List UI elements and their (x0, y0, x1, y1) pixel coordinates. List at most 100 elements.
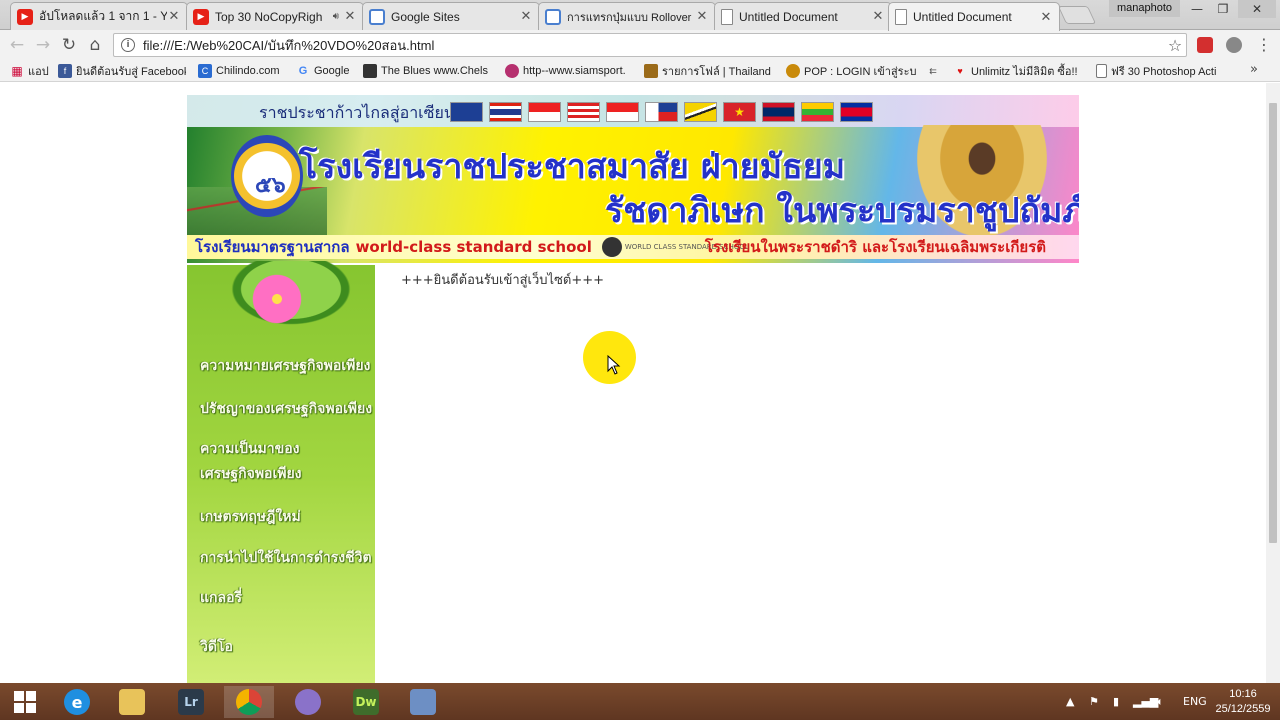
bookmark-label: รายการโฟล์ | Thailand T (662, 66, 774, 78)
close-icon[interactable]: ✕ (695, 9, 709, 24)
chrome-menu-icon[interactable]: ⋮ (1256, 36, 1272, 54)
language-indicator[interactable]: ENG (1183, 683, 1207, 720)
siamsport-icon (505, 64, 519, 78)
taskbar-clock[interactable]: 10:16 25/12/2559 (1211, 687, 1275, 717)
profile-button[interactable]: manaphoto (1109, 0, 1181, 17)
volume-icon[interactable]: 🔈︎ (1157, 683, 1164, 720)
tab-title: Top 30 NoCopyRigh (215, 9, 323, 24)
close-icon[interactable]: ✕ (167, 9, 181, 24)
close-icon[interactable]: ✕ (1039, 10, 1053, 25)
forward-icon[interactable]: → (32, 35, 54, 55)
bookmark-label: POP : LOGIN เข้าสู่ระบบ (804, 66, 916, 78)
show-hidden-icons[interactable]: ▲ (1066, 683, 1074, 720)
signal-icon[interactable]: ▂▄▆ (1133, 683, 1158, 720)
bookmark-unlimitz[interactable]: ♥ Unlimitz ไม่มีลิมิต ซื้อ!! (953, 63, 1079, 79)
taskbar-explorer[interactable] (107, 686, 157, 718)
speaker-icon[interactable]: 🔊︎ (333, 11, 339, 22)
tab-title: อัปโหลดแล้ว 1 จาก 1 - Yo (39, 9, 167, 23)
brunei-flag-icon (684, 102, 717, 122)
scrollbar-thumb[interactable] (1269, 103, 1277, 543)
bookmark-label: http--www.siamsport. (523, 65, 626, 77)
asean-flag-icon (450, 102, 483, 122)
chilindo-icon: C (198, 64, 212, 78)
sidebar-menu: ความหมายเศรษฐกิจพอเพียง ปรัชญาของเศรษฐกิ… (187, 261, 375, 683)
flag-icon[interactable]: ⚑ (1089, 683, 1099, 720)
school-logo-number: ๕๖ (255, 173, 286, 198)
sidebar-item-gallery[interactable]: แกลอรี่ (200, 586, 242, 611)
taskbar-app[interactable] (283, 686, 333, 718)
close-icon[interactable]: ✕ (519, 9, 533, 24)
globe-icon (601, 237, 622, 257)
bookmarks-overflow-icon[interactable]: » (1250, 62, 1258, 77)
school-banner: ราชประชาก้าวไกลสู่อาเซียน ★ ๕๖ โรงเรียนร… (187, 95, 1079, 263)
back-icon[interactable]: ← (6, 35, 28, 55)
bookmark-star-icon[interactable]: ☆ (1164, 36, 1186, 55)
sidebar-item-philosophy[interactable]: ปรัชญาของเศรษฐกิจพอเพียง (200, 397, 372, 422)
sidebar-item-video[interactable]: วิดีโอ (200, 635, 233, 660)
bookmark-pop[interactable]: POP : LOGIN เข้าสู่ระบบ (786, 63, 916, 79)
malaysia-flag-icon (567, 102, 600, 122)
tab-title: Untitled Document (913, 10, 1012, 24)
bookmark-icon (644, 64, 658, 78)
apps-grid-icon: ▦ (11, 64, 23, 78)
taskbar-ie[interactable]: e (52, 686, 102, 718)
address-url[interactable]: file:///E:/Web%20CAI/บันทึก%20VDO%20สอน.… (143, 35, 1164, 56)
taskbar-lightroom[interactable]: Lr (166, 686, 216, 718)
bookmark-chelsea[interactable]: The Blues www.Chels (363, 63, 493, 79)
laos-flag-icon (762, 102, 795, 122)
sidebar-item-new-theory-agriculture[interactable]: เกษตรทฤษฎีใหม่ (200, 505, 301, 530)
address-bar[interactable]: i file:///E:/Web%20CAI/บันทึก%20VDO%20สอ… (113, 33, 1187, 57)
window-close-icon[interactable]: ✕ (1238, 0, 1276, 18)
clock-time: 10:16 (1229, 688, 1257, 700)
extension-icon[interactable] (1226, 37, 1242, 53)
bookmark-apps[interactable]: ▦ แอป (10, 63, 50, 79)
vertical-scrollbar[interactable] (1266, 83, 1280, 683)
new-tab-button[interactable] (1057, 6, 1097, 24)
start-button[interactable] (0, 686, 50, 718)
flower-icon (249, 271, 305, 327)
home-icon[interactable]: ⌂ (84, 35, 106, 55)
bookmark-arrow[interactable]: ⇇ (926, 63, 946, 79)
browser-toolbar: ← → ↻ ⌂ i file:///E:/Web%20CAI/บันทึก%20… (0, 30, 1280, 60)
taskbar-dreamweaver[interactable]: Dw (341, 686, 391, 718)
battery-icon[interactable]: ▮ (1113, 683, 1119, 720)
thailand-flag-icon (489, 102, 522, 122)
sidebar-item-daily-life[interactable]: การนำไปใช้ในการดำรงชีวิต (200, 546, 372, 571)
tab-title: การแทรกปุ่มแบบ Rollover (567, 11, 692, 24)
reload-icon[interactable]: ↻ (58, 35, 80, 55)
bookmark-thailand[interactable]: รายการโฟล์ | Thailand T (644, 63, 774, 79)
indonesia-flag-icon (606, 102, 639, 122)
chrome-icon (236, 689, 262, 715)
tab-1[interactable]: ▶ อัปโหลดแล้ว 1 จาก 1 - Yo ✕ (10, 2, 188, 30)
tab-5[interactable]: Untitled Document ✕ (714, 2, 892, 30)
close-icon[interactable]: ✕ (871, 9, 885, 24)
tab-2[interactable]: ▶ Top 30 NoCopyRigh 🔊︎ ✕ (186, 2, 364, 30)
bookmark-label: แอป (28, 66, 49, 78)
tab-title: Google Sites (391, 9, 460, 24)
bookmark-chilindo[interactable]: C Chilindo.com (198, 63, 290, 79)
minimize-icon[interactable]: — (1185, 0, 1209, 18)
tab-6-active[interactable]: Untitled Document ✕ (888, 2, 1060, 31)
info-icon[interactable]: i (121, 38, 135, 52)
taskbar-chrome[interactable] (224, 686, 274, 718)
sidebar-item-meaning[interactable]: ความหมายเศรษฐกิจพอเพียง (200, 354, 370, 379)
tab-strip: ▶ อัปโหลดแล้ว 1 จาก 1 - Yo ✕ ▶ Top 30 No… (0, 0, 1280, 31)
youtube-icon: ▶ (193, 8, 209, 25)
google-icon: G (298, 65, 308, 77)
bookmark-label: ฟรี 30 Photoshop Acti (1111, 66, 1217, 78)
bookmark-siamsport[interactable]: http--www.siamsport. (505, 63, 632, 79)
tab-title: Untitled Document (739, 9, 838, 24)
restore-icon[interactable]: ❐ (1211, 0, 1235, 18)
tab-3[interactable]: Google Sites ✕ (362, 2, 540, 30)
extension-icon[interactable] (1197, 37, 1213, 53)
taskbar-window[interactable] (398, 686, 448, 718)
bookmark-photoshop[interactable]: ฟรี 30 Photoshop Acti (1096, 63, 1222, 79)
bookmark-google[interactable]: G Google (296, 63, 356, 79)
bookmark-facebook[interactable]: f ยินดีต้อนรับสู่ Facebook (58, 63, 186, 79)
sidebar-item-history[interactable]: ความเป็นมาของ เศรษฐกิจพอเพียง (200, 437, 302, 487)
welcome-text: +++ยินดีต้อนรับเข้าสู่เว็บไซต์+++ (401, 273, 605, 288)
tab-4[interactable]: การแทรกปุ่มแบบ Rollover ✕ (538, 2, 716, 30)
google-sites-icon (545, 8, 561, 25)
close-icon[interactable]: ✕ (343, 9, 357, 24)
bookmark-label: Google (314, 65, 350, 77)
